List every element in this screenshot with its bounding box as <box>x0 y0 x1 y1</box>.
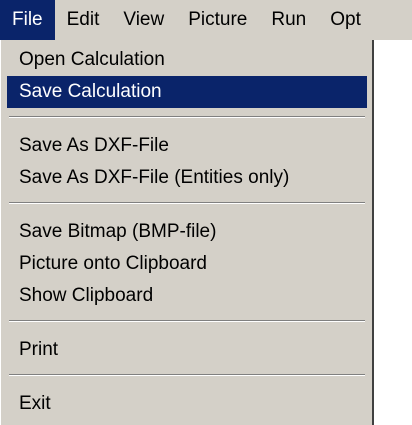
exit-item[interactable]: Exit <box>7 388 367 420</box>
save-as-dxf-entities-item[interactable]: Save As DXF-File (Entities only) <box>7 162 367 194</box>
menu-run[interactable]: Run <box>259 0 318 40</box>
save-as-dxf-item[interactable]: Save As DXF-File <box>7 130 367 162</box>
open-calculation-item[interactable]: Open Calculation <box>7 44 367 76</box>
menu-options[interactable]: Opt <box>318 0 373 40</box>
menu-separator <box>9 202 365 204</box>
picture-onto-clipboard-item[interactable]: Picture onto Clipboard <box>7 248 367 280</box>
file-menu-dropdown: Open Calculation Save Calculation Save A… <box>0 40 374 425</box>
show-clipboard-item[interactable]: Show Clipboard <box>7 280 367 312</box>
menu-separator <box>9 116 365 118</box>
application-window: File Edit View Picture Run Opt Open Calc… <box>0 0 412 425</box>
menu-bar: File Edit View Picture Run Opt <box>0 0 412 40</box>
menu-edit[interactable]: Edit <box>55 0 112 40</box>
print-item[interactable]: Print <box>7 334 367 366</box>
menu-file[interactable]: File <box>0 0 55 40</box>
menu-separator <box>9 374 365 376</box>
menu-picture[interactable]: Picture <box>176 0 259 40</box>
save-calculation-item[interactable]: Save Calculation <box>7 76 367 108</box>
menu-view[interactable]: View <box>111 0 176 40</box>
menu-separator <box>9 320 365 322</box>
save-bitmap-item[interactable]: Save Bitmap (BMP-file) <box>7 216 367 248</box>
